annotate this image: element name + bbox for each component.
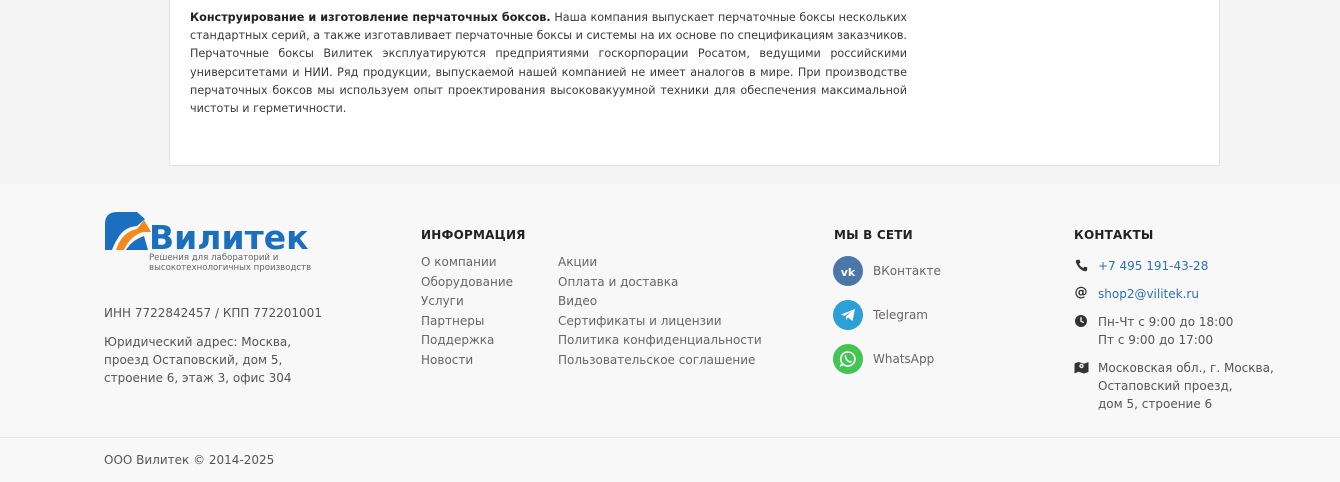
link-certificates[interactable]: Сертификаты и лицензии	[558, 312, 762, 332]
office-address: Московская обл., г. Москва, Остаповский …	[1098, 359, 1274, 413]
link-video[interactable]: Видео	[558, 292, 762, 312]
legal-address: Юридический адрес: Москва, проезд Остапо…	[104, 333, 319, 387]
info-title: ИНФОРМАЦИЯ	[421, 228, 526, 242]
vk-icon: vk	[833, 256, 863, 286]
link-promotions[interactable]: Акции	[558, 253, 762, 273]
social-whatsapp[interactable]: WhatsApp	[833, 344, 934, 374]
link-news[interactable]: Новости	[421, 351, 513, 371]
social-vk[interactable]: vk ВКонтакте	[833, 256, 941, 286]
contact-hours: Пн-Чт с 9:00 до 18:00 Пт с 9:00 до 17:00	[1073, 313, 1233, 349]
office-address-line: дом 5, строение 6	[1098, 397, 1213, 411]
link-support[interactable]: Поддержка	[421, 331, 513, 351]
content-section: Конструирование и изготовление перчаточн…	[0, 0, 1340, 184]
email-link[interactable]: shop2@vilitek.ru	[1098, 285, 1199, 303]
logo-wordmark: Вилитек	[149, 218, 308, 257]
link-user-agreement[interactable]: Пользовательское соглашение	[558, 351, 762, 371]
description-lead: Конструирование и изготовление перчаточн…	[190, 11, 551, 24]
office-address-line: Московская обл., г. Москва,	[1098, 361, 1274, 375]
vilitek-logo[interactable]: Вилитек	[104, 210, 319, 288]
logo-tagline: Решения для лабораторий и высокотехнолог…	[149, 253, 312, 273]
footer-divider	[0, 437, 1340, 438]
phone-link[interactable]: +7 495 191-43-28	[1098, 257, 1208, 275]
whatsapp-icon	[833, 344, 863, 374]
legal-address-line: Юридический адрес: Москва,	[104, 335, 292, 349]
contact-phone: +7 495 191-43-28	[1073, 257, 1208, 275]
link-services[interactable]: Услуги	[421, 292, 513, 312]
link-equipment[interactable]: Оборудование	[421, 273, 513, 293]
link-about[interactable]: О компании	[421, 253, 513, 273]
description-text: Конструирование и изготовление перчаточн…	[190, 9, 907, 118]
social-title: МЫ В СЕТИ	[834, 228, 913, 242]
svg-text:vk: vk	[841, 266, 856, 277]
social-whatsapp-label: WhatsApp	[873, 352, 935, 366]
hours-weekdays: Пн-Чт с 9:00 до 18:00	[1098, 315, 1234, 329]
clock-icon	[1073, 313, 1089, 329]
legal-ids: ИНН 7722842457 / КПП 772201001	[104, 306, 322, 320]
info-links-col1: О компании Оборудование Услуги Партнеры …	[421, 253, 513, 370]
contacts-title: КОНТАКТЫ	[1074, 228, 1154, 242]
description-body: Наша компания выпускает перчаточные бокс…	[190, 11, 907, 116]
working-hours: Пн-Чт с 9:00 до 18:00 Пт с 9:00 до 17:00	[1098, 313, 1233, 349]
social-telegram-label: Telegram	[873, 308, 928, 322]
legal-address-line: проезд Остаповский, дом 5,	[104, 353, 283, 367]
telegram-icon	[833, 300, 863, 330]
content-card: Конструирование и изготовление перчаточн…	[169, 0, 1220, 166]
link-payment-delivery[interactable]: Оплата и доставка	[558, 273, 762, 293]
at-icon: @	[1074, 285, 1088, 300]
info-links-col2: Акции Оплата и доставка Видео Сертификат…	[558, 253, 762, 370]
office-address-line: Остаповский проезд,	[1098, 379, 1233, 393]
phone-icon	[1073, 257, 1089, 273]
site-footer: Вилитек Решения для лабораторий и высоко…	[0, 184, 1340, 482]
copyright: ООО Вилитек © 2014-2025	[104, 453, 275, 467]
link-partners[interactable]: Партнеры	[421, 312, 513, 332]
map-icon	[1073, 359, 1089, 375]
contact-email: @ shop2@vilitek.ru	[1073, 285, 1199, 303]
social-vk-label: ВКонтакте	[873, 264, 941, 278]
link-privacy-policy[interactable]: Политика конфиденциальности	[558, 331, 762, 351]
legal-address-line: строение 6, этаж 3, офис 304	[104, 371, 292, 385]
hours-friday: Пт с 9:00 до 17:00	[1098, 333, 1214, 347]
social-telegram[interactable]: Telegram	[833, 300, 928, 330]
contact-address: Московская обл., г. Москва, Остаповский …	[1073, 359, 1274, 413]
